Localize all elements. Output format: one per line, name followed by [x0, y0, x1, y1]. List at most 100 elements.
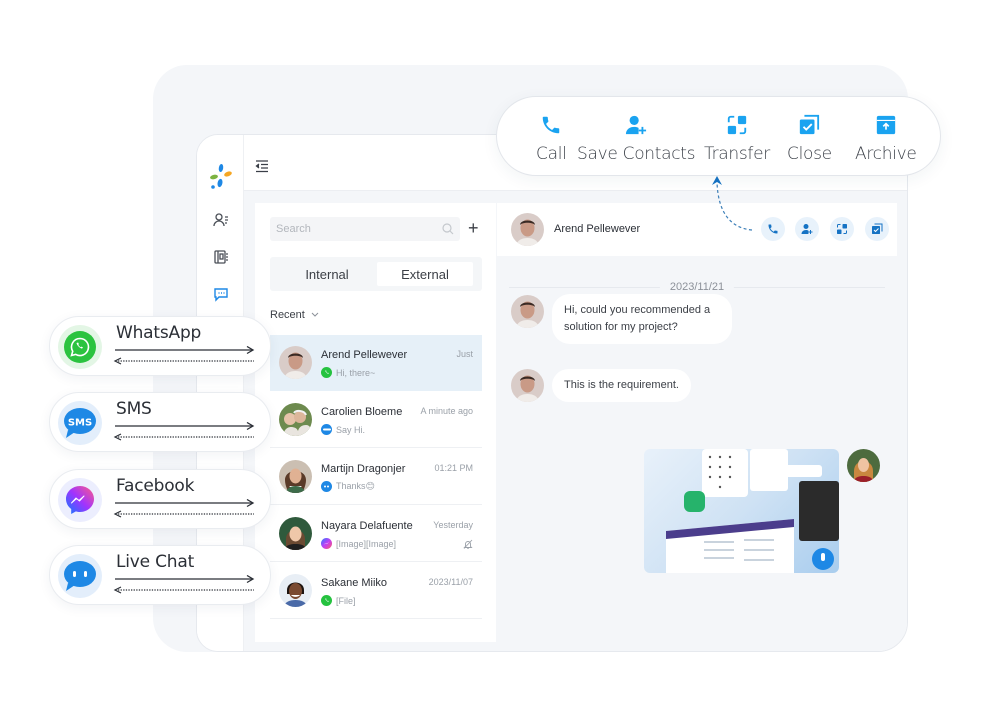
bidirectional-arrows-icon	[113, 575, 255, 594]
action-label: Save Contacts	[577, 144, 696, 164]
svg-text:SMS: SMS	[68, 418, 92, 429]
recent-filter-label: Recent	[270, 309, 305, 321]
header-save-contact-button[interactable]	[795, 217, 819, 241]
close-session-icon	[872, 223, 883, 234]
date-separator: 2023/11/21	[509, 281, 885, 293]
call-action-button[interactable]: Call	[536, 113, 567, 164]
search-input[interactable]: Search	[270, 217, 460, 241]
contact-name: Arend Pellewever	[321, 349, 408, 361]
message-preview: Thanks😊	[321, 481, 375, 492]
channel-title: Facebook	[116, 476, 195, 496]
bidirectional-arrows-icon	[113, 422, 255, 441]
contact-avatar	[511, 213, 544, 246]
messenger-icon	[66, 486, 94, 514]
message-preview: Say Hi.	[321, 424, 365, 435]
bidirectional-arrows-icon	[113, 346, 255, 365]
avatar	[279, 460, 312, 493]
messenger-icon	[321, 538, 332, 549]
chat-contact-name: Arend Pellewever	[554, 223, 641, 235]
message-preview: Hi, there~	[321, 367, 375, 378]
transfer-action-button[interactable]: Transfer	[704, 113, 770, 164]
avatar	[279, 574, 312, 607]
channel-card-sms[interactable]: SMS SMS	[49, 392, 271, 452]
whatsapp-icon	[321, 367, 332, 378]
recent-filter-dropdown[interactable]: Recent	[270, 309, 319, 321]
message-preview: [Image][Image]	[321, 538, 396, 549]
agent-avatar	[847, 449, 880, 482]
avatar	[279, 403, 312, 436]
whatsapp-icon	[321, 595, 332, 606]
add-contact-icon	[626, 115, 647, 135]
channel-card-live-chat[interactable]: Live Chat	[49, 545, 271, 605]
channel-title: SMS	[116, 399, 152, 419]
date-label: 2023/11/21	[659, 281, 735, 293]
internal-external-toggle: Internal External	[270, 257, 482, 291]
header-transfer-button[interactable]	[830, 217, 854, 241]
header-close-session-button[interactable]	[865, 217, 889, 241]
contact-name: Nayara Delafuente	[321, 520, 413, 532]
action-label: Close	[787, 144, 832, 164]
conversation-time: A minute ago	[420, 406, 473, 416]
sms-icon: SMS	[64, 408, 96, 438]
whatsapp-icon	[64, 331, 96, 363]
live-chat-icon	[64, 561, 96, 591]
phonebook-icon	[214, 250, 228, 264]
phone-icon	[543, 116, 560, 134]
add-conversation-button[interactable]: +	[468, 218, 479, 238]
contact-name: Sakane Miiko	[321, 577, 388, 589]
tab-external[interactable]: External	[377, 262, 473, 286]
conversation-item[interactable]: Martijn Dragonjer 01:21 PM Thanks😊	[270, 449, 482, 505]
tab-internal[interactable]: Internal	[279, 262, 375, 286]
channel-card-whatsapp[interactable]: WhatsApp	[49, 316, 271, 376]
search-icon	[442, 223, 454, 235]
message-bubble: This is the requirement.	[552, 369, 691, 402]
conversation-item[interactable]: Carolien Bloeme A minute ago Say Hi.	[270, 392, 482, 448]
conversation-time: 01:21 PM	[434, 463, 473, 473]
app-window: Search + Internal External Recent Arend …	[196, 134, 908, 652]
message-avatar	[511, 369, 544, 402]
conversation-time: 2023/11/07	[428, 577, 473, 587]
message-avatar	[511, 295, 544, 328]
rail-contacts-button[interactable]	[212, 211, 230, 229]
sms-icon	[321, 424, 332, 435]
close-action-button[interactable]: Close	[787, 113, 832, 164]
transfer-icon	[837, 224, 847, 234]
chevron-down-icon	[311, 312, 319, 317]
channel-card-facebook[interactable]: Facebook	[49, 469, 271, 529]
action-label: Call	[536, 144, 567, 164]
action-label: Archive	[855, 144, 917, 164]
workspace: Search + Internal External Recent Arend …	[244, 191, 907, 651]
conversation-item[interactable]: Sakane Miiko 2023/11/07 [File]	[270, 563, 482, 619]
contacts-icon	[213, 213, 228, 227]
save-contacts-action-button[interactable]: Save Contacts	[577, 113, 696, 164]
message-icon	[214, 288, 228, 302]
conversation-list-panel: Search + Internal External Recent Arend …	[255, 203, 496, 642]
screenshot-thumbnail	[666, 449, 839, 573]
dashed-arrow-connector	[712, 176, 753, 231]
contact-name: Carolien Bloeme	[321, 406, 403, 418]
avatar	[279, 517, 312, 550]
add-contact-icon	[801, 224, 813, 234]
rail-phonebook-button[interactable]	[212, 248, 230, 266]
avatar	[279, 346, 312, 379]
mute-icon	[463, 539, 473, 549]
conversation-time: Just	[456, 349, 473, 359]
collapse-menu-icon[interactable]	[255, 159, 269, 173]
archive-action-button[interactable]: Archive	[855, 113, 917, 164]
bidirectional-arrows-icon	[113, 499, 255, 518]
action-toolbar: Call Save Contacts Transfer Close Archiv…	[496, 96, 941, 176]
rail-messages-button[interactable]	[212, 285, 230, 303]
search-placeholder: Search	[276, 223, 311, 235]
action-label: Transfer	[704, 144, 770, 164]
channel-title: Live Chat	[116, 552, 195, 572]
archive-icon	[876, 115, 895, 135]
conversation-time: Yesterday	[433, 520, 473, 530]
image-message[interactable]	[644, 449, 839, 573]
conversation-item[interactable]: Arend Pellewever Just Hi, there~	[270, 335, 482, 391]
chat-header: Arend Pellewever	[497, 203, 897, 256]
message-bubble: Hi, could you recommended a solution for…	[552, 294, 732, 344]
close-session-icon	[800, 114, 820, 135]
contact-name: Martijn Dragonjer	[321, 463, 406, 475]
live-chat-icon	[321, 481, 332, 492]
conversation-item[interactable]: Nayara Delafuente Yesterday [Image][Imag…	[270, 506, 482, 562]
